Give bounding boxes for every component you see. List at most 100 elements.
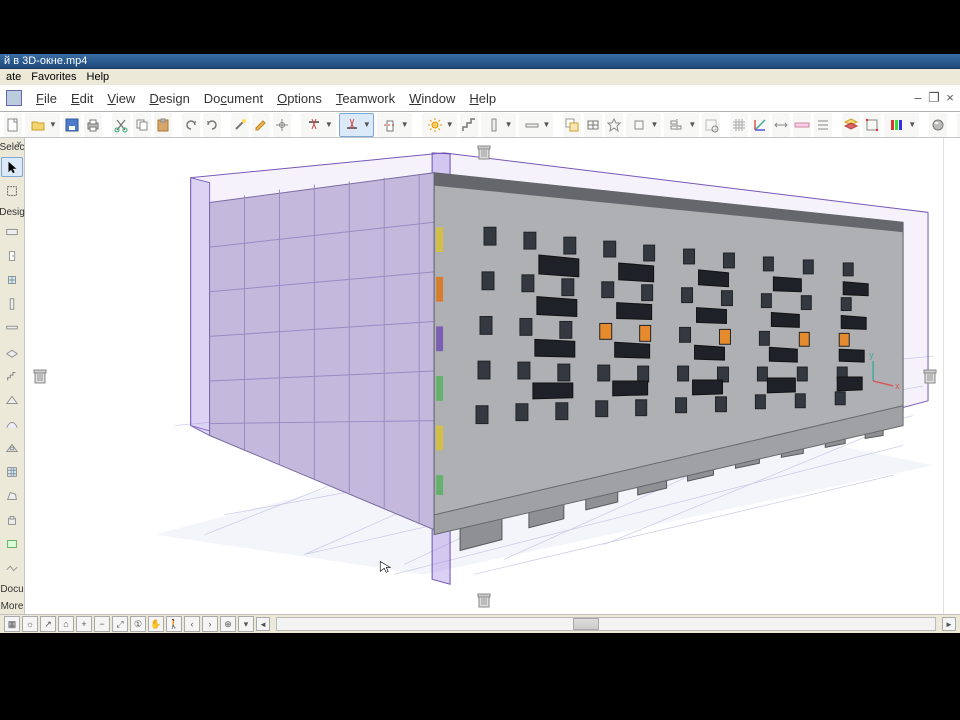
mesh-tool-button[interactable] — [1, 558, 23, 578]
column-tool-button[interactable] — [1, 294, 23, 314]
menu-window[interactable]: WindowWindow — [409, 91, 455, 106]
zone-tool-button[interactable] — [1, 534, 23, 554]
ruler-button[interactable] — [793, 113, 811, 137]
slab-tool-button[interactable] — [1, 342, 23, 362]
list-button[interactable] — [814, 113, 832, 137]
copy-button[interactable] — [133, 113, 151, 137]
menu-teamwork[interactable]: TeamworkTeamwork — [336, 91, 395, 106]
menu-document[interactable]: DocumentDocument — [204, 91, 263, 106]
dimension-button[interactable] — [772, 113, 790, 137]
menu-view[interactable]: ViewView — [107, 91, 135, 106]
align-button[interactable]: ▼ — [664, 113, 699, 137]
window-titlebar: й в 3D-окне.mp4 — [0, 54, 960, 69]
quick-opt1-button[interactable]: ▦ — [4, 616, 20, 632]
menu-help[interactable]: HelpHelp — [469, 91, 496, 106]
zoom-out-button[interactable]: − — [94, 616, 110, 632]
zoom-in-button[interactable]: + — [76, 616, 92, 632]
trace-button[interactable] — [563, 113, 581, 137]
trash-left[interactable] — [31, 366, 49, 386]
trim-bottom-button[interactable]: ▼ — [339, 113, 374, 137]
host-menu-item[interactable]: Favorites — [31, 71, 76, 83]
host-menu-item[interactable]: ate — [6, 71, 21, 83]
walk-button[interactable]: 🚶 — [166, 616, 182, 632]
end-group-button[interactable] — [702, 113, 720, 137]
render-preview-button[interactable] — [929, 113, 947, 137]
menu-file[interactable]: FFileile — [36, 91, 57, 106]
host-menu-item[interactable]: Help — [87, 71, 110, 83]
marquee-tool-button[interactable] — [1, 181, 23, 201]
stair-tool-button[interactable] — [1, 366, 23, 386]
curtain-wall-tool-button[interactable] — [1, 462, 23, 482]
svg-text:x: x — [895, 381, 900, 391]
layer-settings-button[interactable] — [842, 113, 860, 137]
scroll-right-button[interactable]: ► — [942, 617, 956, 631]
explode-button[interactable] — [605, 113, 623, 137]
minimize-child-button[interactable]: – — [912, 90, 924, 106]
toolbox-section-more: More — [1, 601, 24, 612]
bottom-status-bar: ▦ ☼ ↗ ⌂ + − ⤢ ① ✋ 🚶 ‹ › ⊕ ▾ ◄ ► — [0, 614, 960, 633]
sun-settings-button[interactable]: ▼ — [422, 113, 457, 137]
zoom-caret-button[interactable]: ▾ — [238, 616, 254, 632]
zoom-extra-button[interactable]: ⊕ — [220, 616, 236, 632]
window-tool-button[interactable] — [1, 270, 23, 290]
quick-opt2-button[interactable]: ☼ — [22, 616, 38, 632]
scale-button[interactable] — [863, 113, 881, 137]
trim-top-button[interactable]: ▼ — [301, 113, 336, 137]
quick-opt3-button[interactable]: ↗ — [40, 616, 56, 632]
roof-tool-button[interactable] — [1, 390, 23, 410]
quick-opt4-button[interactable]: ⌂ — [58, 616, 74, 632]
skylight-tool-button[interactable] — [1, 438, 23, 458]
save-button[interactable] — [63, 113, 81, 137]
edit-pen-button[interactable] — [252, 113, 270, 137]
paste-button[interactable] — [154, 113, 172, 137]
scroll-left-button[interactable]: ◄ — [256, 617, 270, 631]
redo-button[interactable] — [203, 113, 221, 137]
push-pull-button[interactable]: ▼ — [626, 113, 661, 137]
toolbox-close-button[interactable]: × — [16, 139, 22, 150]
menu-options[interactable]: OptionsOptions — [277, 91, 322, 106]
cutting-plane-button[interactable]: ▼ — [377, 113, 412, 137]
new-button[interactable] — [4, 113, 22, 137]
close-child-button[interactable]: × — [944, 90, 956, 106]
restore-child-button[interactable]: ❐ — [928, 90, 940, 106]
app-icon — [6, 90, 22, 106]
next-view-button[interactable]: › — [202, 616, 218, 632]
app-menu-bar: FFileile EditEdit ViewView DesignDesign … — [0, 85, 960, 112]
beam-tool-button[interactable] — [1, 318, 23, 338]
app-window: й в 3D-окне.mp4 ate Favorites Help FFile… — [0, 54, 960, 633]
menu-design[interactable]: DesignDesign — [149, 91, 189, 106]
3d-viewport[interactable]: y x — [25, 138, 943, 614]
menu-edit[interactable]: EditEdit — [71, 91, 93, 106]
trash-top[interactable] — [475, 142, 493, 162]
zoom-100-button[interactable]: ① — [130, 616, 146, 632]
print-button[interactable] — [84, 113, 102, 137]
horizontal-scrollbar[interactable] — [276, 617, 936, 631]
axis-button[interactable] — [751, 113, 769, 137]
wall-tool-button[interactable] — [1, 222, 23, 242]
magic-wand-button[interactable] — [231, 113, 249, 137]
child-window-controls: – ❐ × — [912, 90, 956, 106]
pick-button[interactable] — [273, 113, 291, 137]
trash-bottom[interactable] — [475, 590, 493, 610]
vertical-scrollbar[interactable] — [943, 138, 960, 614]
zoom-fit-button[interactable]: ⤢ — [112, 616, 128, 632]
morph-tool-button[interactable] — [1, 486, 23, 506]
shell-tool-button[interactable] — [1, 414, 23, 434]
gravity-button[interactable] — [584, 113, 602, 137]
beam-button-dropdown[interactable]: ▼ — [519, 113, 554, 137]
column-button-dropdown[interactable]: ▼ — [481, 113, 516, 137]
prev-view-button[interactable]: ‹ — [184, 616, 200, 632]
open-button[interactable]: ▼ — [25, 113, 60, 137]
trash-right[interactable] — [921, 366, 939, 386]
grid-display-button[interactable] — [730, 113, 748, 137]
pan-button[interactable]: ✋ — [148, 616, 164, 632]
undo-button[interactable] — [182, 113, 200, 137]
scroll-thumb[interactable] — [573, 618, 599, 630]
object-tool-button[interactable] — [1, 510, 23, 530]
cut-button[interactable] — [112, 113, 130, 137]
stairs-button[interactable] — [460, 113, 478, 137]
arrow-tool-button[interactable] — [1, 157, 23, 177]
media-player-menu: ate Favorites Help — [0, 69, 960, 85]
pen-settings-button[interactable]: ▼ — [884, 113, 919, 137]
door-tool-button[interactable] — [1, 246, 23, 266]
